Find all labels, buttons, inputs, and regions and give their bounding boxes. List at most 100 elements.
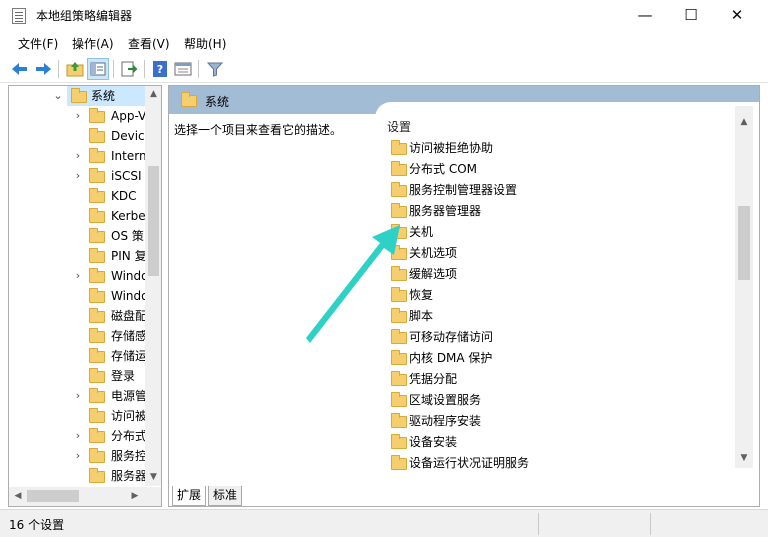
tree-item[interactable]: › 服务控	[73, 446, 153, 466]
details-header-title: 系统	[205, 95, 230, 109]
menu-file[interactable]: 文件(F)	[18, 35, 58, 52]
scroll-up-icon[interactable]: ▲	[145, 89, 161, 99]
toolbar-separator	[113, 60, 114, 78]
list-item-label: 恢复	[409, 288, 434, 302]
tree-item-system[interactable]: ⌄ 系统	[53, 86, 147, 106]
tree-item[interactable]: Kerbe	[73, 206, 153, 226]
list-item-label: 驱动程序安装	[409, 414, 482, 428]
folder-icon	[71, 88, 87, 103]
properties-icon[interactable]	[172, 58, 194, 80]
expand-icon[interactable]: ›	[73, 386, 83, 406]
menu-view[interactable]: 查看(V)	[128, 35, 170, 52]
folder-icon	[89, 428, 105, 443]
menu-help[interactable]: 帮助(H)	[184, 35, 226, 52]
filter-icon[interactable]	[204, 58, 226, 80]
tree-horizontal-scrollbar[interactable]: ◀ ▶	[8, 487, 162, 507]
tab-extended[interactable]: 扩展	[172, 486, 207, 506]
forward-arrow-icon[interactable]	[32, 58, 54, 80]
tree-item[interactable]: 存储感	[73, 326, 153, 346]
folder-icon	[391, 161, 407, 176]
list-item-label: 服务控制管理器设置	[409, 183, 518, 197]
help-icon[interactable]: ?	[149, 58, 171, 80]
folder-icon	[89, 468, 105, 483]
tree-item-label: App-V	[111, 109, 147, 123]
description-text: 选择一个项目来查看它的描述。	[174, 123, 343, 137]
tree-vertical-scrollbar[interactable]: ▲ ▼	[145, 86, 161, 486]
tree-item[interactable]: › 电源管	[73, 386, 153, 406]
folder-icon	[391, 413, 407, 428]
show-hide-tree-icon[interactable]	[87, 58, 109, 80]
folder-icon	[89, 348, 105, 363]
toolbar: ?	[0, 55, 768, 83]
scrollbar-thumb[interactable]	[27, 490, 79, 502]
list-item-label: 内核 DMA 保护	[409, 351, 493, 365]
tree-item[interactable]: KDC	[73, 186, 153, 206]
tree-item[interactable]: › Intern	[73, 146, 153, 166]
status-text: 16 个设置	[9, 518, 65, 532]
scroll-left-icon[interactable]: ◀	[12, 491, 24, 501]
close-button[interactable]: ✕	[714, 0, 760, 31]
folder-icon	[89, 408, 105, 423]
folder-icon	[391, 329, 407, 344]
folder-icon	[89, 328, 105, 343]
tree-item[interactable]: › iSCSI	[73, 166, 153, 186]
scroll-right-icon[interactable]: ▶	[129, 491, 141, 501]
expand-icon[interactable]: ›	[73, 266, 83, 286]
tree-item-label: 存储运	[111, 349, 148, 363]
tree-item-label: KDC	[111, 189, 137, 203]
tree-item[interactable]: 磁盘配	[73, 306, 153, 326]
scroll-up-icon[interactable]: ▲	[735, 117, 753, 127]
column-header-setting[interactable]: 设置	[387, 118, 411, 135]
tree-item[interactable]: 登录	[73, 366, 153, 386]
list-item-label: 可移动存储访问	[409, 330, 494, 344]
folder-icon	[391, 203, 407, 218]
list-vertical-scrollbar[interactable]: ▲ ▼	[735, 106, 753, 468]
list-item-label: 脚本	[409, 309, 434, 323]
tree-item[interactable]: › 分布式	[73, 426, 153, 446]
folder-icon	[89, 148, 105, 163]
scroll-down-icon[interactable]: ▼	[145, 472, 161, 482]
tree-item[interactable]: Windo	[73, 286, 153, 306]
minimize-button[interactable]: —	[622, 0, 668, 31]
back-arrow-icon[interactable]	[9, 58, 31, 80]
tree-item[interactable]: › Windo	[73, 266, 153, 286]
tree-item[interactable]: 存储运	[73, 346, 153, 366]
tree-item-label: Intern	[111, 149, 147, 163]
tree-item[interactable]: 访问被	[73, 406, 153, 426]
scroll-down-icon[interactable]: ▼	[735, 453, 753, 463]
list-item-label: 服务器管理器	[409, 204, 482, 218]
menu-action[interactable]: 操作(A)	[72, 35, 114, 52]
tree-item[interactable]: › App-V	[73, 106, 153, 126]
folder-icon	[89, 108, 105, 123]
expand-icon[interactable]: ›	[73, 106, 83, 126]
tab-standard[interactable]: 标准	[208, 486, 243, 506]
folder-icon	[391, 266, 407, 281]
tree-item-label: 分布式	[111, 429, 148, 443]
scrollbar-thumb[interactable]	[738, 206, 750, 280]
folder-icon	[391, 182, 407, 197]
tree-item[interactable]: Device	[73, 126, 153, 146]
folder-icon	[89, 208, 105, 223]
folder-icon	[89, 168, 105, 183]
tree-item[interactable]: 服务器	[73, 466, 153, 486]
navigation-tree[interactable]: ⌄ 系统 › App-V Device › Intern › iSCSI KDC…	[8, 85, 162, 507]
tree-item[interactable]: PIN 复	[73, 246, 153, 266]
expand-icon[interactable]: ›	[73, 166, 83, 186]
tree-item-label: Kerbe	[111, 209, 146, 223]
folder-icon	[89, 228, 105, 243]
collapse-icon[interactable]: ⌄	[53, 86, 63, 106]
tree-item[interactable]: OS 策	[73, 226, 153, 246]
maximize-button[interactable]: ☐	[668, 0, 714, 31]
export-list-icon[interactable]	[118, 58, 140, 80]
expand-icon[interactable]: ›	[73, 146, 83, 166]
list-item-label: 设备安装	[409, 435, 458, 449]
folder-icon	[391, 224, 407, 239]
expand-icon[interactable]: ›	[73, 446, 83, 466]
svg-text:?: ?	[157, 63, 163, 76]
list-item-label: 关机选项	[409, 246, 458, 260]
scrollbar-thumb[interactable]	[148, 166, 159, 276]
status-bar: 16 个设置	[0, 509, 768, 537]
expand-icon[interactable]: ›	[73, 426, 83, 446]
up-folder-icon[interactable]	[64, 58, 86, 80]
settings-list[interactable]: 设置 访问被拒绝协助 分布式 COM 服务控制管理器设置 服务器管理器 关机 关…	[375, 102, 759, 482]
